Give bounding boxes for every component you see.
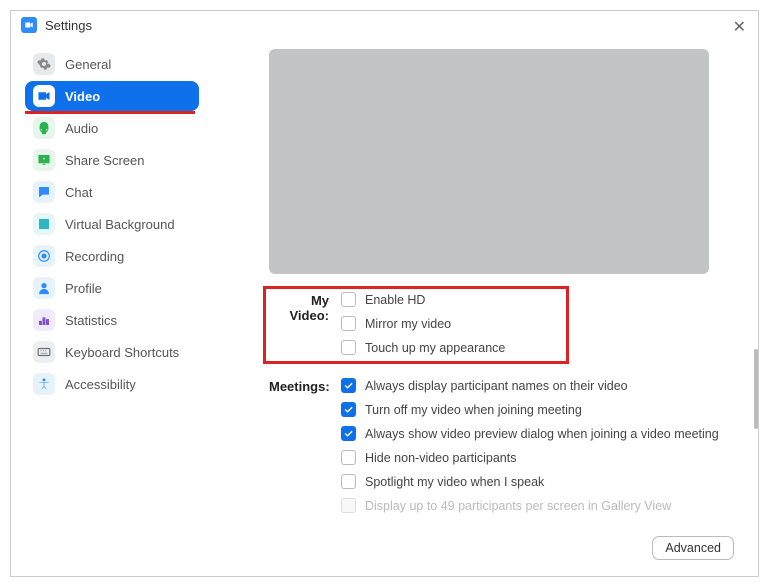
sidebar-item-profile[interactable]: Profile [25,273,199,303]
checkbox[interactable] [341,340,356,355]
main-panel: My Video: Enable HD Mirror my video Touch … [209,39,758,576]
gear-icon [33,53,55,75]
sidebar-item-keyboard-shortcuts[interactable]: Keyboard Shortcuts [25,337,199,367]
sidebar-item-general[interactable]: General [25,49,199,79]
zoom-app-icon [21,17,37,33]
sidebar-item-chat[interactable]: Chat [25,177,199,207]
option-mirror-my-video[interactable]: Mirror my video [341,316,728,331]
option-hide-non-video-participants[interactable]: Hide non-video participants [341,450,728,465]
checkbox[interactable] [341,378,356,393]
sidebar-item-video[interactable]: Video [25,81,199,111]
recording-icon [33,245,55,267]
checkbox[interactable] [341,402,356,417]
advanced-button[interactable]: Advanced [652,536,734,560]
checkbox [341,498,356,513]
statistics-icon [33,309,55,331]
sidebar-item-statistics[interactable]: Statistics [25,305,199,335]
option-touch-up-my-appearance[interactable]: Touch up my appearance [341,340,728,355]
sidebar-item-label: Share Screen [65,153,145,168]
video-icon [33,85,55,107]
my-video-options: Enable HD Mirror my video Touch up my appe… [341,292,728,364]
share-screen-icon [33,149,55,171]
checkbox[interactable] [341,450,356,465]
meetings-section: Meetings: Always display participant nam… [269,378,728,522]
option-label: Always display participant names on thei… [365,379,628,393]
checkbox[interactable] [341,426,356,441]
option-label: Turn off my video when joining meeting [365,403,582,417]
checkbox[interactable] [341,316,356,331]
option-label: Spotlight my video when I speak [365,475,544,489]
sidebar-item-audio[interactable]: Audio [25,113,199,143]
sidebar-item-share-screen[interactable]: Share Screen [25,145,199,175]
checkbox[interactable] [341,292,356,307]
sidebar-item-virtual-background[interactable]: Virtual Background [25,209,199,239]
option-label: Touch up my appearance [365,341,505,355]
checkbox[interactable] [341,474,356,489]
video-preview[interactable] [269,49,709,274]
profile-icon [33,277,55,299]
option-display-up-to-49-participants-per-screen-in-gallery-view: Display up to 49 participants per screen… [341,498,728,513]
chat-icon [33,181,55,203]
option-turn-off-my-video-when-joining-meeting[interactable]: Turn off my video when joining meeting [341,402,728,417]
titlebar: Settings ✕ [11,11,758,39]
option-enable-hd[interactable]: Enable HD [341,292,728,307]
my-video-label: My Video: [269,292,341,323]
keyboard-icon [33,341,55,363]
audio-icon [33,117,55,139]
settings-window: Settings ✕ General Video Audio Share Screen… [10,10,759,577]
sidebar-item-label: Chat [65,185,92,200]
sidebar-item-accessibility[interactable]: Accessibility [25,369,199,399]
virtual-bg-icon [33,213,55,235]
active-underline [25,111,195,114]
sidebar-item-label: Profile [65,281,102,296]
sidebar-item-label: Recording [65,249,124,264]
option-spotlight-my-video-when-i-speak[interactable]: Spotlight my video when I speak [341,474,728,489]
meetings-label: Meetings: [269,378,341,394]
option-label: Always show video preview dialog when jo… [365,427,719,441]
sidebar-item-label: General [65,57,111,72]
sidebar-item-label: Video [65,89,100,104]
content-area: General Video Audio Share Screen Chat Virtual… [11,39,758,576]
option-label: Display up to 49 participants per screen… [365,499,671,513]
sidebar-item-label: Virtual Background [65,217,175,232]
option-always-display-participant-names-on-their-video[interactable]: Always display participant names on thei… [341,378,728,393]
sidebar-item-label: Statistics [65,313,117,328]
sidebar-item-label: Keyboard Shortcuts [65,345,179,360]
window-title: Settings [45,18,92,33]
option-label: Enable HD [365,293,425,307]
option-label: Mirror my video [365,317,451,331]
my-video-section: My Video: Enable HD Mirror my video Touch … [269,292,728,364]
option-always-show-video-preview-dialog-when-joining-a-video-meeting[interactable]: Always show video preview dialog when jo… [341,426,728,441]
close-button[interactable]: ✕ [727,15,752,39]
meetings-options: Always display participant names on thei… [341,378,728,522]
accessibility-icon [33,373,55,395]
sidebar-item-label: Accessibility [65,377,136,392]
sidebar: General Video Audio Share Screen Chat Virtual… [11,39,209,576]
option-label: Hide non-video participants [365,451,516,465]
sidebar-item-recording[interactable]: Recording [25,241,199,271]
scrollbar[interactable] [754,349,758,429]
sidebar-item-label: Audio [65,121,98,136]
